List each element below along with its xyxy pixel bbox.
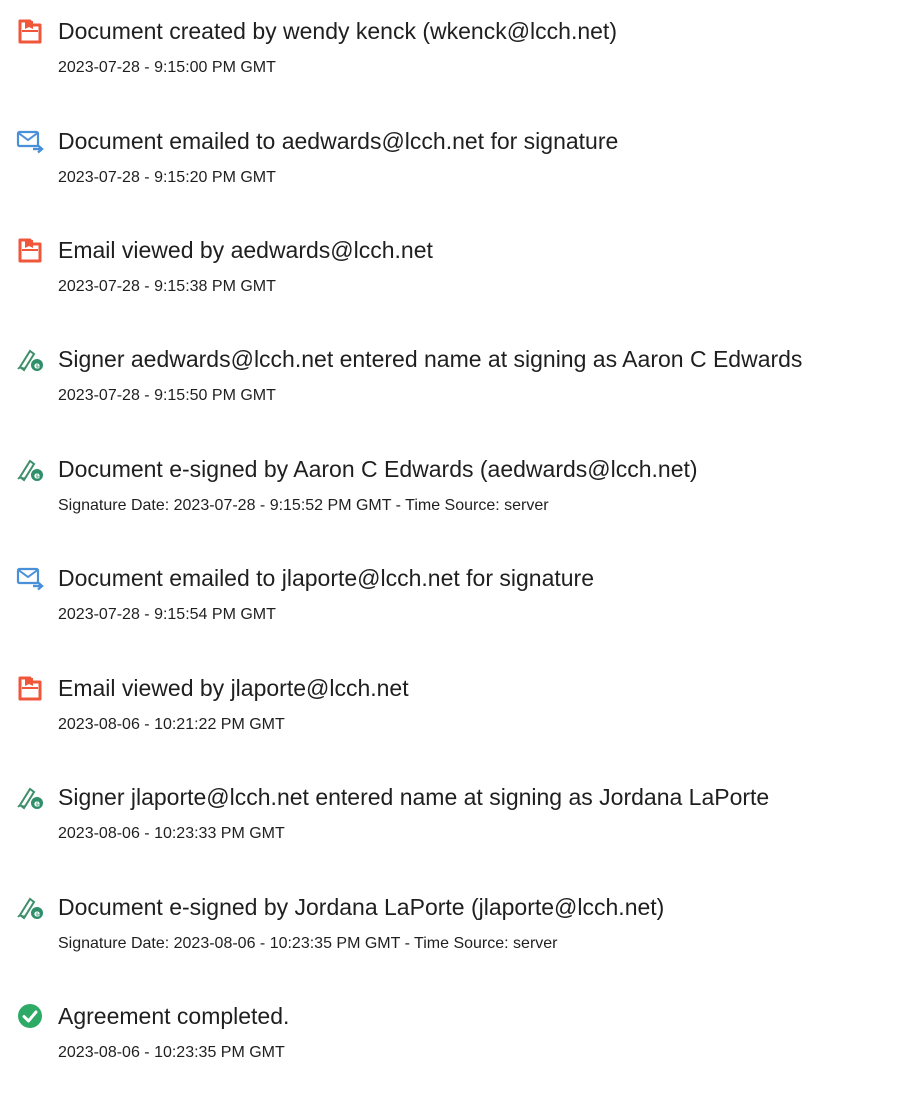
event-timestamp: Signature Date: 2023-07-28 - 9:15:52 PM … [58,497,549,514]
event-timestamp: 2023-07-28 - 9:15:50 PM GMT [58,387,276,404]
event-timestamp: 2023-07-28 - 9:15:00 PM GMT [58,59,276,76]
event-timestamp: 2023-08-06 - 10:21:22 PM GMT [58,716,285,733]
event-title: Agreement completed. [58,1003,290,1029]
pen-signature-icon: e [16,455,44,483]
event-title: Document created by wendy kenck (wkenck@… [58,18,617,44]
audit-event-document-created: Document created by wendy kenck (wkenck@… [0,17,923,107]
event-timestamp: 2023-08-06 - 10:23:35 PM GMT [58,1044,285,1061]
event-title: Signer aedwards@lcch.net entered name at… [58,346,803,372]
document-icon [16,17,44,45]
event-title: Document e-signed by Jordana LaPorte (jl… [58,894,665,920]
email-sent-icon [16,564,44,592]
event-title: Email viewed by aedwards@lcch.net [58,237,433,263]
audit-event-document-emailed: Document emailed to jlaporte@lcch.net fo… [0,564,923,654]
event-timestamp: 2023-07-28 - 9:15:20 PM GMT [58,169,276,186]
audit-event-signer-entered-name: e Signer aedwards@lcch.net entered name … [0,345,923,435]
audit-event-document-emailed: Document emailed to aedwards@lcch.net fo… [0,127,923,217]
event-title: Document emailed to jlaporte@lcch.net fo… [58,565,595,591]
audit-event-agreement-completed: Agreement completed. 2023-08-06 - 10:23:… [0,1002,923,1092]
svg-text:e: e [34,472,40,482]
event-timestamp: Signature Date: 2023-08-06 - 10:23:35 PM… [58,935,558,952]
svg-text:e: e [34,800,40,810]
audit-event-email-viewed: Email viewed by jlaporte@lcch.net 2023-0… [0,674,923,764]
event-title: Email viewed by jlaporte@lcch.net [58,675,409,701]
checkmark-circle-icon [16,1002,44,1030]
event-title: Document e-signed by Aaron C Edwards (ae… [58,456,698,482]
pen-signature-icon: e [16,345,44,373]
event-timestamp: 2023-07-28 - 9:15:38 PM GMT [58,278,276,295]
event-title: Signer jlaporte@lcch.net entered name at… [58,784,770,810]
pen-signature-icon: e [16,783,44,811]
audit-event-document-esigned: e Document e-signed by Jordana LaPorte (… [0,893,923,983]
audit-event-signer-entered-name: e Signer jlaporte@lcch.net entered name … [0,783,923,873]
svg-text:e: e [34,910,40,920]
event-timestamp: 2023-07-28 - 9:15:54 PM GMT [58,606,276,623]
event-timestamp: 2023-08-06 - 10:23:33 PM GMT [58,825,285,842]
audit-event-email-viewed: Email viewed by aedwards@lcch.net 2023-0… [0,236,923,326]
document-icon [16,674,44,702]
audit-event-document-esigned: e Document e-signed by Aaron C Edwards (… [0,455,923,545]
pen-signature-icon: e [16,893,44,921]
email-sent-icon [16,127,44,155]
event-title: Document emailed to aedwards@lcch.net fo… [58,128,619,154]
svg-text:e: e [34,362,40,372]
document-icon [16,236,44,264]
audit-trail-list: Document created by wendy kenck (wkenck@… [0,0,923,1110]
